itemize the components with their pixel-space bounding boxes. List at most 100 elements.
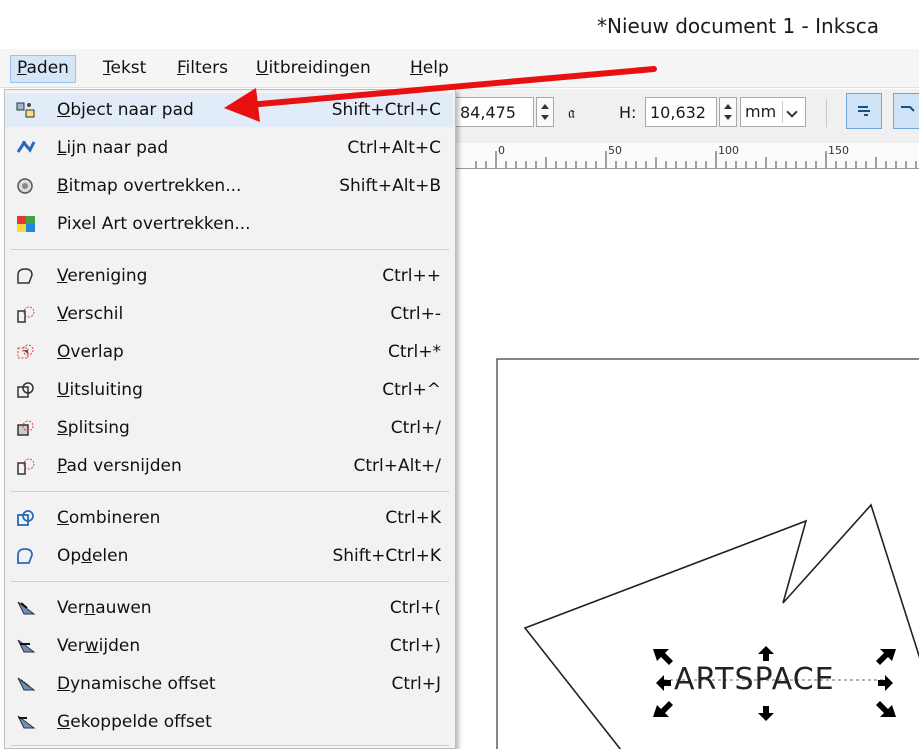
menu-filters-mnemonic: F xyxy=(177,58,186,78)
menu-item-shortcut: Ctrl+( xyxy=(389,598,441,618)
menu-item-mnemonic: V xyxy=(57,266,68,286)
menu-item-label-pre: Pixel Art overtrekken... xyxy=(57,214,251,234)
menu-item-mnemonic: G xyxy=(57,712,71,732)
menu-uitbreidingen-rest: itbreidingen xyxy=(268,58,371,78)
menu-item-label: Vereniging xyxy=(57,266,147,286)
menu-item-label-post: itsluiting xyxy=(69,380,143,400)
linked-offset-icon xyxy=(17,715,36,729)
menu-item-dynamische-offset[interactable]: Dynamische offset Ctrl+J xyxy=(5,667,453,701)
menu-item-label: Object naar pad xyxy=(57,100,194,120)
menu-item-mnemonic: V xyxy=(57,304,68,324)
division-icon xyxy=(17,420,34,436)
menu-item-label-pre: Op xyxy=(57,546,82,566)
width-input[interactable]: 84,475 xyxy=(456,97,534,127)
object-to-path-icon xyxy=(16,102,35,118)
menu-item-label-post: elen xyxy=(91,546,129,566)
menu-item-verschil[interactable]: Verschil Ctrl+- xyxy=(5,297,453,331)
menu-item-mnemonic: D xyxy=(57,674,71,694)
menu-separator xyxy=(11,491,449,492)
menu-uitbreidingen[interactable]: Uitbreidingen xyxy=(250,55,377,81)
menu-paden[interactable]: Paden xyxy=(10,55,76,83)
menu-item-shortcut: Ctrl++ xyxy=(382,266,441,286)
menu-bar: Paden Tekst Filters Uitbreidingen Help xyxy=(0,49,919,88)
menu-item-mnemonic: S xyxy=(57,418,68,438)
canvas-text-object[interactable]: ARTSPACE xyxy=(674,662,835,697)
menu-item-splitsing[interactable]: Splitsing Ctrl+/ xyxy=(5,411,453,445)
menu-tekst-rest: ekst xyxy=(110,58,147,78)
menu-item-label-post: bject naar pad xyxy=(70,100,194,120)
menu-item-object-naar-pad[interactable]: Object naar pad Shift+Ctrl+C xyxy=(5,93,453,127)
menu-item-shortcut: Shift+Alt+B xyxy=(339,176,441,196)
ruler-label: 0 xyxy=(498,144,505,157)
menu-filters[interactable]: Filters xyxy=(171,55,234,81)
menu-item-mnemonic: d xyxy=(81,546,92,566)
menu-item-label: Dynamische offset xyxy=(57,674,216,694)
menu-item-shortcut: Ctrl+) xyxy=(389,636,441,656)
menu-item-mnemonic: P xyxy=(57,456,67,476)
menu-item-label-post: ombineren xyxy=(68,508,161,528)
menu-item-label-post: itmap overtrekken... xyxy=(68,176,242,196)
menu-item-shortcut: Ctrl+* xyxy=(388,342,441,362)
scale-corners-button[interactable] xyxy=(893,93,919,129)
menu-item-lijn-naar-pad[interactable]: Lijn naar pad Ctrl+Alt+C xyxy=(5,131,453,165)
menu-paden-rest: aden xyxy=(26,58,69,78)
menu-item-label: Splitsing xyxy=(57,418,130,438)
inset-icon xyxy=(17,601,36,615)
menu-item-opdelen[interactable]: Opdelen Shift+Ctrl+K xyxy=(5,539,453,573)
menu-item-shortcut: Ctrl+J xyxy=(391,674,441,694)
dynamic-offset-icon xyxy=(17,677,36,691)
menu-item-verwijden[interactable]: Verwijden Ctrl+) xyxy=(5,629,453,663)
menu-separator xyxy=(11,249,449,250)
toolbar-divider xyxy=(826,99,827,127)
height-input[interactable]: 10,632 xyxy=(645,97,717,127)
menu-item-label-post: ynamische offset xyxy=(70,674,216,694)
menu-item-pixel-art-overtrekken[interactable]: Pixel Art overtrekken... xyxy=(5,207,453,241)
intersection-icon xyxy=(17,344,34,359)
height-spinner[interactable] xyxy=(719,97,737,127)
menu-item-pad-versnijden[interactable]: Pad versnijden Ctrl+Alt+/ xyxy=(5,449,453,483)
menu-item-gekoppelde-offset[interactable]: Gekoppelde offset xyxy=(5,705,453,739)
menu-item-overlap[interactable]: Overlap Ctrl+* xyxy=(5,335,453,369)
exclusion-icon xyxy=(17,382,34,398)
menu-item-shortcut: Ctrl+- xyxy=(390,304,441,324)
height-label: H: xyxy=(619,103,637,122)
window-title: *Nieuw document 1 - Inksca xyxy=(597,14,879,38)
drawing-canvas[interactable]: ARTSPACE xyxy=(456,169,919,749)
menu-item-uitsluiting[interactable]: Uitsluiting Ctrl+^ xyxy=(5,373,453,407)
scale-stroke-button[interactable] xyxy=(846,93,882,129)
lock-ratio-icon[interactable]: 𝔞 xyxy=(568,103,575,123)
menu-item-bitmap-overtrekken[interactable]: Bitmap overtrekken... Shift+Alt+B xyxy=(5,169,453,203)
menu-item-label: Lijn naar pad xyxy=(57,138,168,158)
menu-item-label: Uitsluiting xyxy=(57,380,143,400)
unit-select-value: mm xyxy=(745,102,777,121)
menu-item-shortcut: Shift+Ctrl+C xyxy=(331,100,441,120)
menu-item-shortcut: Ctrl+Alt+/ xyxy=(353,456,441,476)
menu-help[interactable]: Help xyxy=(404,55,455,81)
menu-item-label-post: ekoppelde offset xyxy=(70,712,212,732)
menu-item-mnemonic: w xyxy=(84,636,99,656)
ruler-label: 50 xyxy=(608,144,622,157)
width-spinner[interactable] xyxy=(536,97,554,127)
menu-item-vernauwen[interactable]: Vernauwen Ctrl+( xyxy=(5,591,453,625)
menu-filters-rest: ilters xyxy=(185,58,228,78)
unit-select[interactable]: mm xyxy=(740,97,806,127)
menu-item-vereniging[interactable]: Vereniging Ctrl++ xyxy=(5,259,453,293)
tool-controls-bar: 84,475 𝔞 H: 10,632 mm xyxy=(456,89,919,143)
ruler-label: 150 xyxy=(828,144,849,157)
menu-item-shortcut: Shift+Ctrl+K xyxy=(332,546,441,566)
combine-icon xyxy=(17,510,34,526)
menu-item-shortcut: Ctrl+Alt+C xyxy=(347,138,441,158)
difference-icon xyxy=(17,306,35,323)
menu-item-label-post: auwen xyxy=(95,598,152,618)
menu-item-combineren[interactable]: Combineren Ctrl+K xyxy=(5,501,453,535)
paden-dropdown-menu: Object naar pad Shift+Ctrl+C Lijn naar p… xyxy=(4,89,456,749)
menu-item-label-post: plitsing xyxy=(67,418,130,438)
menu-tekst[interactable]: Tekst xyxy=(97,55,152,81)
menu-item-label-pre: Ver xyxy=(57,636,85,656)
menu-item-label-post: ijn naar pad xyxy=(66,138,169,158)
menu-item-label: Gekoppelde offset xyxy=(57,712,212,732)
horizontal-ruler[interactable]: 0 50 100 150 xyxy=(456,143,919,169)
outset-icon xyxy=(17,639,36,653)
union-icon xyxy=(17,268,33,284)
menu-item-mnemonic: n xyxy=(84,598,96,618)
